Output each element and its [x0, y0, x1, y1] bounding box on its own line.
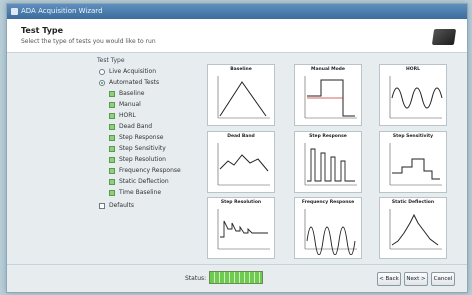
frequency-response-plot	[304, 209, 357, 255]
test-option-label: Step Resolution	[119, 156, 166, 163]
thumbnail-baseline: Baseline	[207, 64, 275, 126]
test-option-label: Static Deflection	[119, 178, 169, 185]
automated-tests-radio[interactable]	[99, 79, 105, 86]
horl-plot	[389, 76, 443, 119]
test-option-label: Step Response	[119, 134, 164, 141]
static-deflection-plot	[389, 209, 442, 250]
test-option-label: Step Sensitivity	[119, 145, 166, 152]
thumbnail-title: HORL	[406, 67, 420, 72]
baseline-plot	[217, 76, 270, 119]
wizard-footer: Status: < Back Next > Cancel	[7, 264, 467, 292]
thumbnail-step-sensitivity: Step Sensitivity	[379, 131, 447, 193]
option-automated-tests[interactable]: Automated Tests	[99, 78, 159, 87]
test-option-frequency-response[interactable]: Frequency Response	[109, 166, 181, 175]
wizard-window: ADA Acquisition Wizard Test Type Select …	[6, 3, 468, 293]
thumbnail-title: Step Sensitivity	[392, 134, 434, 139]
horl-checkbox[interactable]	[109, 112, 115, 119]
page-title: Test Type	[21, 26, 64, 35]
next-button[interactable]: Next >	[404, 272, 428, 286]
dead-band-checkbox[interactable]	[109, 123, 115, 130]
test-option-baseline[interactable]: Baseline	[109, 89, 144, 98]
test-option-manual[interactable]: Manual	[109, 100, 141, 109]
test-option-horl[interactable]: HORL	[109, 111, 136, 120]
progress-fill	[210, 272, 262, 283]
test-option-step-sensitivity[interactable]: Step Sensitivity	[109, 144, 166, 153]
test-option-time-baseline[interactable]: Time Baseline	[109, 188, 161, 197]
status-progress-bar	[209, 271, 263, 284]
thumbnail-title: Dead Band	[227, 134, 255, 139]
app-icon	[11, 8, 18, 15]
time-baseline-checkbox[interactable]	[109, 189, 115, 196]
live-acquisition-radio[interactable]	[99, 68, 105, 75]
wizard-header: Test Type Select the type of tests you w…	[7, 19, 467, 53]
live-acquisition-label: Live Acquisition	[109, 68, 157, 75]
thumbnail-title: Baseline	[230, 67, 252, 72]
thumbnail-title: Manual Mode	[311, 67, 345, 72]
manual-mode-plot	[304, 76, 357, 119]
content-area: Test Type Live Acquisition Automated Tes…	[7, 53, 467, 265]
test-option-static-deflection[interactable]: Static Deflection	[109, 177, 169, 186]
step-sensitivity-checkbox[interactable]	[109, 145, 115, 152]
thumbnail-manual-mode: Manual Mode	[294, 64, 362, 126]
option-defaults[interactable]: Defaults	[99, 201, 134, 210]
thumbnail-frequency-response: Frequency Response	[294, 197, 362, 259]
test-option-label: Baseline	[119, 90, 145, 97]
defaults-checkbox[interactable]	[99, 202, 105, 209]
test-option-dead-band[interactable]: Dead Band	[109, 122, 152, 131]
static-deflection-checkbox[interactable]	[109, 178, 115, 185]
manual-checkbox[interactable]	[109, 101, 115, 108]
test-option-label: Frequency Response	[119, 167, 181, 174]
test-option-label: Time Baseline	[119, 189, 162, 196]
step-response-plot	[304, 143, 357, 186]
baseline-checkbox[interactable]	[109, 90, 115, 97]
test-option-label: Manual	[119, 101, 141, 108]
back-button[interactable]: < Back	[377, 272, 401, 286]
thumbnail-title: Step Response	[309, 134, 347, 139]
thumbnail-step-resolution: Step Resolution	[207, 197, 275, 259]
thumbnail-dead-band: Dead Band	[207, 131, 275, 193]
cancel-button[interactable]: Cancel	[431, 272, 455, 286]
step-sensitivity-plot	[389, 143, 442, 186]
test-option-step-resolution[interactable]: Step Resolution	[109, 155, 166, 164]
test-option-label: HORL	[119, 112, 136, 119]
status-label: Status:	[185, 275, 207, 282]
thumbnail-horl: HORL	[379, 64, 447, 126]
test-option-label: Dead Band	[119, 123, 153, 130]
step-response-checkbox[interactable]	[109, 134, 115, 141]
step-resolution-checkbox[interactable]	[109, 156, 115, 163]
option-live-acquisition[interactable]: Live Acquisition	[99, 67, 156, 76]
thumbnail-title: Step Resolution	[220, 200, 262, 205]
page-subtitle: Select the type of tests you would like …	[21, 38, 156, 45]
thumbnail-title: Static Deflection	[391, 200, 435, 205]
frequency-response-checkbox[interactable]	[109, 167, 115, 174]
automated-tests-label: Automated Tests	[109, 79, 160, 86]
dead-band-plot	[217, 143, 270, 186]
device-icon	[431, 29, 457, 45]
window-title: ADA Acquisition Wizard	[21, 7, 103, 15]
defaults-label: Defaults	[109, 202, 135, 209]
title-bar: ADA Acquisition Wizard	[7, 4, 467, 19]
step-resolution-plot	[217, 209, 270, 250]
thumbnail-static-deflection: Static Deflection	[379, 197, 447, 259]
test-option-step-response[interactable]: Step Response	[109, 133, 163, 142]
thumbnail-step-response: Step Response	[294, 131, 362, 193]
test-type-group-label: Test Type	[97, 57, 125, 64]
thumbnail-title: Frequency Response	[301, 200, 355, 205]
